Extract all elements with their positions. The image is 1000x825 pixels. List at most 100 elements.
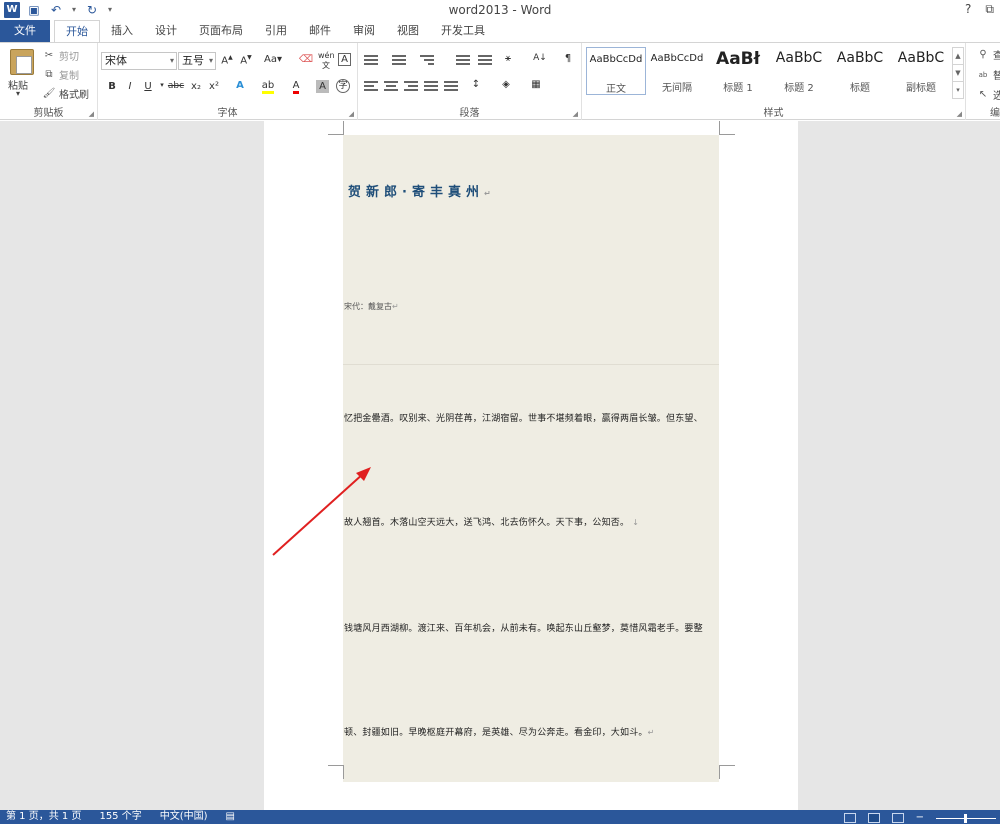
macro-record-icon[interactable]: ▤ [226,810,235,824]
zoom-out-icon[interactable]: − [916,811,924,825]
align-center-icon[interactable] [382,79,400,93]
style-preview: AaBbC [897,50,945,66]
font-launcher-icon[interactable]: ◢ [349,110,354,118]
tab-page-layout[interactable]: 页面布局 [188,20,254,42]
page-count[interactable]: 第 1 页，共 1 页 [6,810,81,824]
font-size-combo[interactable]: 五号 ▾ [178,52,216,70]
select-button[interactable]: ↖ 选 [976,87,1000,103]
enclose-char-icon[interactable]: 字 [336,79,350,93]
poem-line[interactable]: 故人翘首。木落山空天远大，送飞鸿、北去伤怀久。天下事，公知否。 ↓ [344,515,718,528]
style-no-spacing[interactable]: AaBbCcDd 无间隔 [647,47,707,95]
tab-mailings[interactable]: 邮件 [298,20,342,42]
style-name: 标题 1 [723,83,753,94]
strikethrough-button[interactable]: abc [166,81,186,91]
editing-group-label: 编 [990,108,1000,119]
word-count[interactable]: 155 个字 [99,810,141,824]
show-marks-icon[interactable]: ¶ [560,53,576,64]
style-preview: AaBł [716,49,760,69]
multilevel-list-icon[interactable] [418,53,436,67]
shrink-font-icon[interactable]: A▼ [238,54,254,66]
subscript-button[interactable]: x₂ [188,81,204,92]
tab-design[interactable]: 设计 [144,20,188,42]
document-page[interactable]: 贺新郎·寄丰真州↵ 宋代：戴复古↵ 忆把金罍酒。叹别来、光阴荏苒，江湖宿留。世事… [264,121,798,810]
poem-title[interactable]: 贺新郎·寄丰真州↵ [348,181,496,200]
align-right-icon[interactable] [402,79,420,93]
cut-button[interactable]: ✂ 剪切 [42,48,79,64]
print-layout-icon[interactable] [867,813,880,823]
borders-icon[interactable]: ▦ [528,79,544,90]
change-case-button[interactable]: Aa▾ [260,54,286,65]
ribbon-display-button[interactable]: ⧉ [985,2,994,17]
font-group-label: 字体 [217,108,238,119]
phonetic-guide-icon[interactable]: wén 文 [318,51,335,71]
poem-line[interactable]: 钱塘风月西湖柳。渡江来、百年机会，从前未有。唤起东山丘壑梦，莫惜风霜老手。要整 [344,621,718,634]
tab-view[interactable]: 视图 [386,20,430,42]
more-styles-icon[interactable]: ▾ [953,82,963,99]
font-name-combo[interactable]: 宋体 ▾ [101,52,177,70]
bullets-icon[interactable] [362,53,380,67]
style-subtitle[interactable]: AaBbC 副标题 [891,47,951,95]
style-title[interactable]: AaBbC 标题 [830,47,890,95]
replace-button[interactable]: ab 替 [976,67,1000,83]
style-gallery-scroll[interactable]: ▲ ▼ ▾ [952,47,964,99]
bold-button[interactable]: B [104,81,120,92]
style-name: 标题 2 [784,83,814,94]
superscript-button[interactable]: x² [206,81,222,92]
align-left-icon[interactable] [362,79,380,93]
ribbon: 粘贴 ▾ ✂ 剪切 ⧉ 复制 🖌 格式刷 剪贴板 ◢ 宋体 ▾ 五号 ▾ A ▲ … [0,42,1000,120]
poem-author[interactable]: 宋代：戴复古↵ [344,301,399,312]
tab-developer[interactable]: 开发工具 [430,20,496,42]
font-color-icon[interactable]: A [288,80,304,94]
poem-line[interactable]: 忆把金罍酒。叹别来、光阴荏苒，江湖宿留。世事不堪频着眼，赢得两眉长皱。但东望、 [344,411,718,424]
zoom-slider[interactable] [936,813,996,823]
grow-font-icon[interactable]: A▲ [219,54,235,66]
text-effects-icon[interactable]: A [232,80,248,91]
web-layout-icon[interactable] [891,813,904,823]
distributed-icon[interactable] [442,79,460,93]
window-controls: ? ⧉ [965,2,994,17]
decrease-indent-icon[interactable] [454,53,472,67]
paragraph-launcher-icon[interactable]: ◢ [573,110,578,118]
increase-indent-icon[interactable] [476,53,494,67]
select-label: 选 [993,91,1000,102]
chevron-down-icon[interactable]: ▼ [953,65,963,82]
char-border-icon[interactable]: A [338,53,351,66]
style-heading-2[interactable]: AaBbC 标题 2 [769,47,829,95]
format-painter-button[interactable]: 🖌 格式刷 [42,86,89,102]
help-button[interactable]: ? [965,2,971,17]
language-status[interactable]: 中文(中国) [160,810,208,824]
shading-icon[interactable]: ◈ [498,79,514,90]
justify-icon[interactable] [422,79,440,93]
chinese-layout-icon[interactable]: ⚹ [500,53,516,64]
style-normal[interactable]: AaBbCcDd 正文 [586,47,646,95]
highlight-icon[interactable]: ab [260,80,276,94]
tab-home[interactable]: 开始 [54,20,100,42]
tab-insert[interactable]: 插入 [100,20,144,42]
italic-button[interactable]: I [122,81,138,92]
numbering-icon[interactable] [390,53,408,67]
tab-review[interactable]: 审阅 [342,20,386,42]
chevron-down-icon: ▾ [208,56,213,65]
chevron-up-icon[interactable]: ▲ [953,48,963,65]
styles-launcher-icon[interactable]: ◢ [957,110,962,118]
tab-references[interactable]: 引用 [254,20,298,42]
read-mode-icon[interactable] [843,813,856,823]
poem-line[interactable]: 顿、封疆如旧。早晚枢庭开幕府，是英雄、尽为公奔走。看金印，大如斗。↵ [344,725,718,738]
sort-icon[interactable]: A↓ [532,53,548,63]
tab-file[interactable]: 文件 [0,20,50,42]
font-group: 宋体 ▾ 五号 ▾ A▲ A▼ Aa▾ ⌫ wén 文 A B I U ▾ abc… [98,43,358,120]
char-shading-icon[interactable]: A [316,80,329,93]
copy-button[interactable]: ⧉ 复制 [42,67,79,83]
line-spacing-icon[interactable]: ↕ [468,79,484,90]
clipboard-launcher-icon[interactable]: ◢ [89,110,94,118]
zoom-thumb[interactable] [964,813,967,823]
font-name-value: 宋体 [105,54,127,67]
window-title: word2013 - Word [448,3,552,17]
find-button[interactable]: ⚲ 查 [976,47,1000,63]
paragraph-mark: ↵ [392,302,399,311]
paste-icon[interactable] [10,49,34,75]
paste-dropdown-icon[interactable]: ▾ [16,89,20,98]
clear-format-icon[interactable]: ⌫ [298,54,314,65]
style-heading-1[interactable]: AaBł 标题 1 [708,47,768,95]
document-workspace[interactable]: 贺新郎·寄丰真州↵ 宋代：戴复古↵ 忆把金罍酒。叹别来、光阴荏苒，江湖宿留。世事… [0,121,1000,810]
